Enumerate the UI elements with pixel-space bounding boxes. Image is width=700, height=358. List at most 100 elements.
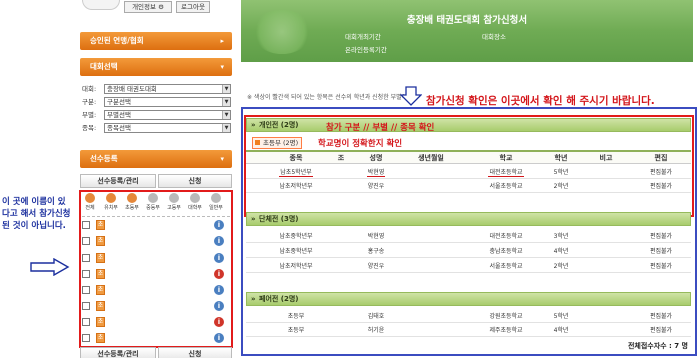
list-item[interactable]: 초 i bbox=[82, 332, 230, 346]
category-filter-row: 전체 유치부 초등부 중등부 고등부 대학부 일반부 bbox=[82, 192, 230, 216]
edit-cell[interactable]: 편집불가 bbox=[641, 166, 681, 179]
list-item[interactable]: 초 i bbox=[82, 252, 230, 266]
player-register-bar[interactable]: 선수등록 ▾ bbox=[80, 150, 232, 168]
info-icon[interactable]: i bbox=[214, 236, 224, 246]
right-arrow-icon bbox=[30, 258, 70, 276]
info-icon[interactable]: i bbox=[214, 220, 224, 230]
table-row: 초등부 허기윤 제주초등학교 4학년 편집불가 bbox=[246, 324, 691, 337]
period-label: 대회개최기간 bbox=[345, 33, 381, 41]
person-icon bbox=[106, 193, 116, 203]
tab-player-register[interactable]: 선수등록/관리 bbox=[80, 174, 156, 188]
col-school: 학교 bbox=[499, 154, 513, 162]
event-cell: 남초5학년부 bbox=[279, 169, 313, 177]
warning-info-icon[interactable]: i bbox=[214, 269, 224, 279]
logout-button[interactable]: 로그아웃 bbox=[176, 1, 210, 13]
category-label: 일반부 bbox=[209, 205, 223, 211]
approved-federation-bar[interactable]: 승인된 연맹/협회 ▸ bbox=[80, 32, 232, 50]
edit-cell[interactable]: 편집불가 bbox=[641, 324, 681, 337]
category-label: 중등부 bbox=[146, 205, 160, 211]
category-filter-general[interactable]: 일반부 bbox=[208, 192, 224, 211]
category-label: 초등부 bbox=[125, 205, 139, 211]
competition-select-row: 대회: 충장배 태권도대회 ▼ bbox=[80, 84, 232, 95]
tab-apply[interactable]: 신청 bbox=[158, 174, 232, 188]
col-grade: 학년 bbox=[554, 154, 568, 162]
event-dropdown[interactable]: 종목선택 ▼ bbox=[104, 123, 231, 133]
grade-tag: 초 bbox=[96, 220, 105, 230]
place-label: 대회장소 bbox=[482, 33, 506, 41]
red-note-check-division: 참가 구분 // 부별 // 종목 확인 bbox=[326, 123, 435, 133]
dropdown-value: 충장배 태권도대회 bbox=[107, 85, 157, 93]
tab-apply-bottom[interactable]: 신청 bbox=[158, 347, 232, 358]
list-item[interactable]: 초 i bbox=[82, 316, 230, 330]
info-icon[interactable]: i bbox=[214, 301, 224, 311]
section-header-pair: » 페어전 (2명) bbox=[246, 292, 691, 306]
grade-tag: 초 bbox=[96, 285, 105, 295]
player-checkbox[interactable] bbox=[82, 302, 90, 310]
select-label: 대회: bbox=[82, 85, 97, 93]
chevron-down-icon: ▾ bbox=[220, 63, 224, 71]
section-title: 페어전 (2명) bbox=[259, 295, 299, 303]
division-dropdown[interactable]: 부별선택 ▼ bbox=[104, 110, 231, 120]
school-cell: 강원초등학교 bbox=[489, 313, 523, 320]
table-row: 남초5학년부 박현영 대전초등학교 5학년 편집불가 bbox=[246, 166, 691, 179]
list-item[interactable]: 초 i bbox=[82, 235, 230, 249]
player-checkbox[interactable] bbox=[82, 286, 90, 294]
edit-cell[interactable]: 편집불가 bbox=[641, 260, 681, 273]
category-filter-kindergarten[interactable]: 유치부 bbox=[103, 192, 119, 211]
category-dropdown[interactable]: 구분선택 ▼ bbox=[104, 97, 231, 107]
edit-cell[interactable]: 편집불가 bbox=[641, 180, 681, 193]
list-item[interactable]: 초 i bbox=[82, 219, 230, 233]
category-filter-middle[interactable]: 중등부 bbox=[145, 192, 161, 211]
col-event: 종목 bbox=[289, 154, 303, 162]
list-item[interactable]: 초 i bbox=[82, 268, 230, 282]
player-checkbox[interactable] bbox=[82, 221, 90, 229]
event-cell: 초등부 bbox=[287, 313, 305, 320]
edit-cell[interactable]: 편집불가 bbox=[641, 310, 681, 323]
col-name: 성명 bbox=[369, 154, 383, 162]
player-checkbox[interactable] bbox=[82, 254, 90, 262]
event-cell: 남초저학년부 bbox=[279, 263, 313, 270]
category-filter-high[interactable]: 고등부 bbox=[166, 192, 182, 211]
category-label: 고등부 bbox=[167, 205, 181, 211]
col-group: 조 bbox=[337, 154, 345, 162]
category-filter-university[interactable]: 대학부 bbox=[187, 192, 203, 211]
info-icon[interactable]: i bbox=[214, 285, 224, 295]
section-title: 단체전 (3명) bbox=[259, 215, 299, 223]
category-filter-elementary[interactable]: 초등부 bbox=[124, 192, 140, 211]
info-icon[interactable]: i bbox=[214, 333, 224, 343]
warning-info-icon[interactable]: i bbox=[214, 317, 224, 327]
player-checkbox[interactable] bbox=[82, 270, 90, 278]
name-cell: 김태호 bbox=[367, 313, 385, 320]
event-cell: 남초중학년부 bbox=[279, 233, 313, 240]
profile-info-button[interactable]: 개인정보 ⚙ bbox=[124, 1, 172, 13]
tab-player-register-bottom[interactable]: 선수등록/관리 bbox=[80, 347, 156, 358]
name-cell: 양진우 bbox=[367, 263, 385, 270]
list-item[interactable]: 초 i bbox=[82, 284, 230, 298]
event-cell: 초등부 bbox=[287, 327, 305, 334]
table-row: 남초중학년부 홍구송 충남초등학교 4학년 편집불가 bbox=[246, 245, 691, 258]
grade-cell: 5학년 bbox=[553, 169, 569, 176]
competition-select-bar[interactable]: 대회선택 ▾ bbox=[80, 58, 232, 76]
page-title: 충장배 태권도대회 참가신청서 bbox=[406, 15, 528, 26]
info-icon[interactable]: i bbox=[214, 253, 224, 263]
player-checkbox[interactable] bbox=[82, 237, 90, 245]
edit-cell[interactable]: 편집불가 bbox=[641, 245, 681, 258]
category-filter-all[interactable]: 전체 bbox=[82, 192, 98, 211]
player-register-label: 선수등록 bbox=[90, 154, 118, 163]
grade-tag: 초 bbox=[96, 333, 105, 343]
online-period-label: 온라인등록기간 bbox=[345, 46, 387, 54]
grade-cell: 2학년 bbox=[553, 263, 569, 270]
player-checkbox[interactable] bbox=[82, 334, 90, 342]
list-item[interactable]: 초 i bbox=[82, 300, 230, 314]
competition-dropdown[interactable]: 충장배 태권도대회 ▼ bbox=[104, 84, 231, 94]
trophy-icon bbox=[85, 193, 95, 203]
name-cell: 박현영 bbox=[366, 169, 386, 177]
chevron-down-icon: ▾ bbox=[220, 155, 224, 163]
competition-select-label: 대회선택 bbox=[90, 62, 118, 71]
dropdown-value: 종목선택 bbox=[107, 124, 131, 132]
school-cell: 대전초등학교 bbox=[488, 169, 524, 177]
school-cell: 서울초등학교 bbox=[489, 263, 523, 270]
edit-cell[interactable]: 편집불가 bbox=[641, 230, 681, 243]
player-checkbox[interactable] bbox=[82, 318, 90, 326]
chevron-right-icon: ▸ bbox=[220, 37, 224, 45]
